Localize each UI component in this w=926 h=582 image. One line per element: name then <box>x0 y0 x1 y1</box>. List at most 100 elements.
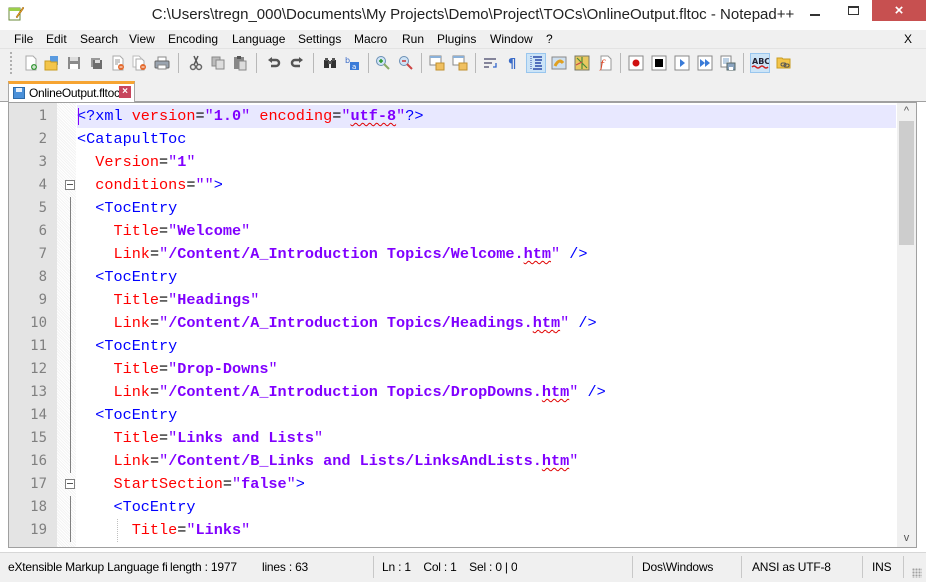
code-line[interactable]: <?xml version="1.0" encoding="utf-8"?> <box>77 105 896 128</box>
code-line[interactable]: Link="/Content/A_Introduction Topics/Hea… <box>77 312 896 335</box>
sync-horizontal-button[interactable] <box>450 53 470 73</box>
code-line[interactable]: <CatapultToc <box>77 128 896 151</box>
menu-edit[interactable]: Edit <box>46 32 67 46</box>
toolbar-separator <box>743 53 744 73</box>
zoom-out-button[interactable] <box>396 53 416 73</box>
run-macro-multiple-button[interactable] <box>695 53 715 73</box>
indent-guide-icon <box>530 56 542 70</box>
code-line[interactable]: Title="Links and Lists" <box>77 427 896 450</box>
fold-toggle-icon[interactable] <box>65 180 75 190</box>
spell-check-button[interactable]: ABC <box>750 53 770 73</box>
zoom-in-button[interactable] <box>373 53 393 73</box>
save-all-icon <box>91 58 102 69</box>
menu-search[interactable]: Search <box>80 32 118 46</box>
menu-view[interactable]: View <box>129 32 155 46</box>
token-q: " <box>168 429 178 447</box>
menu-file[interactable]: File <box>14 32 33 46</box>
show-all-chars-button[interactable]: ¶ <box>503 53 523 73</box>
menu-plugins[interactable]: Plugins <box>437 32 476 46</box>
user-language-button[interactable] <box>549 53 569 73</box>
save-macro-icon <box>720 55 736 71</box>
vertical-scrollbar[interactable]: ^ v <box>897 103 916 547</box>
menu-settings[interactable]: Settings <box>298 32 341 46</box>
code-line[interactable]: Title="Welcome" <box>77 220 896 243</box>
open-file-button[interactable] <box>42 53 62 73</box>
toolbar-separator <box>421 53 422 73</box>
scroll-up-icon[interactable]: ^ <box>897 103 916 120</box>
code-line[interactable]: Link="/Content/B_Links and Lists/LinksAn… <box>77 450 896 473</box>
menu-encoding[interactable]: Encoding <box>168 32 218 46</box>
close-window-button[interactable]: × <box>872 0 926 21</box>
find-button[interactable] <box>320 53 340 73</box>
save-macro-button[interactable] <box>718 53 738 73</box>
zoom-out-icon <box>399 56 413 70</box>
status-file-type: eXtensible Markup Language file <box>8 560 168 574</box>
redo-button[interactable] <box>287 53 307 73</box>
tab-online-output[interactable]: OnlineOutput.fltoc × <box>8 81 135 102</box>
fold-margin[interactable] <box>57 103 76 547</box>
code-line[interactable]: <TocEntry <box>77 404 896 427</box>
code-line[interactable]: <TocEntry <box>77 266 896 289</box>
maximize-button[interactable] <box>830 0 876 21</box>
menu-macro[interactable]: Macro <box>354 32 387 46</box>
fold-toggle-icon[interactable] <box>65 479 75 489</box>
code-line[interactable]: <TocEntry <box>77 496 896 519</box>
copy-button[interactable] <box>208 53 228 73</box>
stop-recording-button[interactable] <box>649 53 669 73</box>
token-q: " <box>560 314 579 332</box>
close-file-button[interactable] <box>108 53 128 73</box>
code-line[interactable]: Title="Headings" <box>77 289 896 312</box>
indent-guide-button[interactable] <box>526 53 546 73</box>
save-button[interactable] <box>64 53 84 73</box>
menu-run[interactable]: Run <box>402 32 424 46</box>
editor[interactable]: 1 2 3 4 5 6 7 8 9 10 11 12 13 14 15 16 17 18 19 <?xml vers… <box>8 102 917 548</box>
new-file-button[interactable] <box>21 53 41 73</box>
function-list-button[interactable]: f <box>595 53 615 73</box>
print-button[interactable] <box>152 53 172 73</box>
scroll-thumb[interactable] <box>899 121 914 245</box>
paste-button[interactable] <box>230 53 250 73</box>
playback-macro-button[interactable] <box>672 53 692 73</box>
undo-button[interactable] <box>264 53 284 73</box>
line-number: 11 <box>30 338 47 354</box>
token-sp <box>77 475 113 493</box>
close-all-button[interactable] <box>130 53 150 73</box>
line-number: 7 <box>38 246 47 262</box>
line-number: 15 <box>30 430 47 446</box>
token-sp <box>77 429 113 447</box>
menu-language[interactable]: Language <box>232 32 285 46</box>
token-eq: = <box>149 314 160 332</box>
sync-vertical-button[interactable] <box>427 53 447 73</box>
menu-help[interactable]: ? <box>546 32 553 46</box>
resize-grip[interactable] <box>912 568 922 578</box>
close-document-button[interactable]: X <box>904 32 912 46</box>
code-line[interactable]: Title="Drop-Downs" <box>77 358 896 381</box>
token-q: " <box>569 452 579 470</box>
code-line[interactable]: Link="/Content/A_Introduction Topics/Wel… <box>77 243 896 266</box>
token-attr: StartSection <box>113 475 223 493</box>
line-number: 16 <box>30 453 47 469</box>
replace-button[interactable]: ba <box>342 53 362 73</box>
undo-icon <box>268 57 281 68</box>
code-line[interactable]: Version="1" <box>77 151 896 174</box>
toolbar-grip[interactable] <box>10 52 12 74</box>
cut-button[interactable] <box>186 53 206 73</box>
code-line[interactable]: Link="/Content/A_Introduction Topics/Dro… <box>77 381 896 404</box>
menu-window[interactable]: Window <box>490 32 533 46</box>
scroll-down-icon[interactable]: v <box>897 530 916 547</box>
token-val: htm <box>523 245 551 263</box>
code-line[interactable]: <TocEntry <box>77 335 896 358</box>
code-line[interactable]: StartSection="false"> <box>77 473 896 496</box>
code-line[interactable]: <TocEntry <box>77 197 896 220</box>
tab-close-icon[interactable]: × <box>119 86 131 98</box>
token-eq: = <box>159 360 169 378</box>
indent-guide <box>117 519 118 542</box>
spell-options-button[interactable] <box>774 53 794 73</box>
save-all-button[interactable] <box>86 53 106 73</box>
document-map-button[interactable] <box>572 53 592 73</box>
code-line[interactable]: Title="Links" <box>77 519 896 542</box>
code-line[interactable]: conditions=""> <box>77 174 896 197</box>
word-wrap-button[interactable] <box>481 53 501 73</box>
record-macro-button[interactable] <box>626 53 646 73</box>
token-sp <box>77 452 113 470</box>
